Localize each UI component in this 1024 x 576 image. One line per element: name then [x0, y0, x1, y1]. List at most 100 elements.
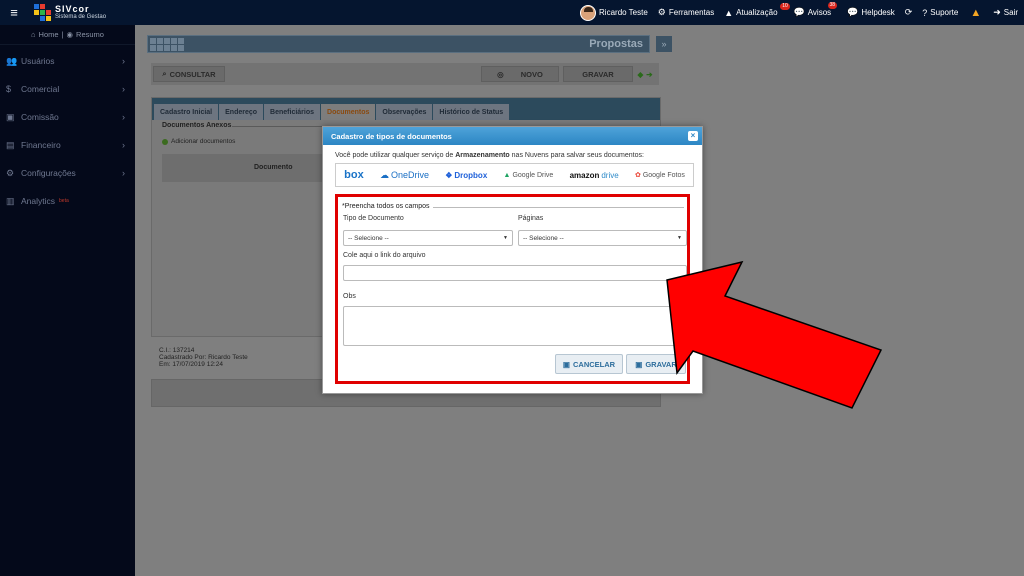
user-menu[interactable]: Ricardo Teste — [580, 4, 648, 21]
sidebar-item-label: Usuários — [21, 56, 55, 66]
arrow-right-icon: ➔ — [646, 69, 653, 79]
amazon-drive-logo[interactable]: amazon drive — [570, 171, 619, 180]
table-header-documento: Documento — [254, 164, 293, 171]
consultar-button[interactable]: ⌕ CONSULTAR — [153, 66, 225, 82]
google-fotos-logo[interactable]: ✿ Google Fotos — [634, 171, 685, 180]
chevron-right-icon: › — [122, 168, 125, 178]
suporte-menu[interactable]: ? Suporte — [922, 8, 958, 18]
tipo-documento-select[interactable]: -- Selecione -- ▼ — [343, 230, 513, 246]
logo-mark — [34, 4, 51, 21]
helpdesk-menu[interactable]: 💬 Helpdesk — [847, 7, 895, 18]
ferramentas-label: Ferramentas — [668, 8, 715, 17]
sidebar-item-label: Comissão — [21, 112, 59, 122]
sidebar-item-label: Configurações — [21, 168, 76, 178]
consultar-label: CONSULTAR — [169, 69, 216, 79]
chevron-right-icon: › — [122, 112, 125, 122]
sidebar-item-financeiro[interactable]: ▤ Financeiro › — [0, 131, 135, 159]
sidebar-item-configuracoes[interactable]: ⚙ Configurações › — [0, 159, 135, 187]
add-document-link[interactable]: Adicionar documentos — [162, 138, 235, 145]
new-icon: ◎ — [497, 69, 504, 79]
chat-icon: 💬 — [847, 7, 859, 17]
page-title: Propostas — [589, 38, 643, 50]
gravar-button[interactable]: GRAVAR — [563, 66, 633, 82]
avisos-menu[interactable]: 💬 Avisos 38 — [793, 2, 838, 18]
google-photos-icon: ✿ — [634, 172, 641, 179]
refresh-button[interactable]: ⟳ — [905, 7, 913, 18]
google-drive-icon: ▲ — [503, 171, 511, 179]
paginas-select[interactable]: -- Selecione -- ▼ — [518, 230, 687, 246]
tab-beneficiarios[interactable]: Beneficiários — [264, 104, 321, 120]
atualizacao-menu[interactable]: ▲ Atualização 10 — [724, 2, 790, 18]
comments-icon: 💬 — [793, 7, 805, 17]
modal-title: Cadastro de tipos de documentos — [331, 131, 452, 141]
gears-icon: ⚙ — [6, 167, 15, 178]
money-icon: ▣ — [6, 111, 15, 122]
tab-documentos[interactable]: Documentos — [321, 104, 376, 120]
box-logo[interactable]: box — [344, 169, 364, 181]
close-icon[interactable]: × — [688, 131, 698, 141]
paginas-select-value: -- Selecione -- — [523, 234, 564, 242]
novo-label: NOVO — [520, 69, 543, 79]
tab-historico-status[interactable]: Histórico de Status — [433, 104, 510, 120]
caret-down-icon: ▼ — [677, 235, 682, 241]
documents-legend: Documentos Anexos — [162, 122, 232, 129]
sidebar-home-row: ⌂ Home | ◉ Resumo — [0, 25, 135, 45]
user-name: Ricardo Teste — [599, 8, 648, 17]
question-icon: ? — [922, 7, 928, 18]
tab-endereco[interactable]: Endereço — [219, 104, 264, 120]
dollar-icon: $ — [6, 84, 12, 94]
obs-textarea[interactable] — [343, 306, 687, 346]
top-nav-menu: Ricardo Teste ⚙ Ferramentas ▲ Atualizaçã… — [570, 0, 1018, 25]
google-drive-logo[interactable]: ▲ Google Drive — [504, 172, 554, 179]
collapse-button[interactable]: » — [656, 36, 672, 52]
menu-toggle-icon[interactable]: ≡ — [0, 5, 28, 20]
sidebar: ⌂ Home | ◉ Resumo 👥 Usuários › $ Comerci… — [0, 25, 135, 576]
dashboard-icon: ◉ — [66, 30, 74, 39]
tab-observacoes[interactable]: Observações — [376, 104, 433, 120]
link-input[interactable] — [343, 265, 687, 281]
page-header: Propostas — [147, 35, 650, 53]
refresh-icon: ⟳ — [904, 7, 913, 17]
onedrive-logo[interactable]: ☁ OneDrive — [380, 170, 429, 181]
arrow-left-icon: ◆ — [637, 69, 644, 79]
gravar-label: GRAVAR — [582, 69, 614, 79]
save-icon: ▣ — [635, 359, 643, 369]
warning-icon: ▲ — [724, 7, 734, 18]
avatar — [580, 4, 597, 21]
fieldset-legend: *Preencha todos os campos — [342, 203, 433, 210]
search-icon: ⌕ — [162, 69, 167, 78]
cancel-button[interactable]: ▣ CANCELAR — [555, 354, 623, 374]
resumo-link[interactable]: Resumo — [76, 30, 104, 39]
sidebar-item-comissao[interactable]: ▣ Comissão › — [0, 103, 135, 131]
link-label: Cole aqui o link do arquivo — [343, 252, 426, 259]
chevron-right-icon: › — [122, 84, 125, 94]
logout-button[interactable]: ➜ Sair — [993, 7, 1018, 18]
alert-button[interactable]: ▲ — [970, 7, 981, 19]
sidebar-item-analytics[interactable]: ▥ Analytics beta — [0, 187, 135, 215]
toolbar: ⌕ CONSULTAR ◎ NOVO GRAVAR ◆ ➔ — [151, 63, 659, 85]
dropbox-icon: ❖ — [445, 170, 453, 180]
sidebar-item-comercial[interactable]: $ Comercial › — [0, 75, 135, 103]
modal-intro-text: Você pode utilizar qualquer serviço de A… — [335, 152, 644, 159]
app-logo[interactable]: SIVcor Sistema de Gestao — [34, 4, 106, 21]
atualizacao-badge: 10 — [780, 2, 790, 10]
sidebar-item-usuarios[interactable]: 👥 Usuários › — [0, 47, 135, 75]
tab-cadastro-inicial[interactable]: Cadastro Inicial — [154, 104, 219, 120]
modal-header: Cadastro de tipos de documentos × — [323, 127, 702, 145]
suporte-label: Suporte — [930, 8, 959, 17]
novo-button[interactable]: ◎ NOVO — [481, 66, 559, 82]
chevron-right-icon: › — [122, 140, 125, 150]
home-link[interactable]: Home — [39, 30, 59, 39]
caret-down-icon: ▼ — [503, 235, 508, 241]
header-pattern — [150, 38, 184, 51]
dropbox-logo[interactable]: ❖ Dropbox — [445, 171, 487, 180]
briefcase-icon: ▤ — [6, 139, 15, 150]
gears-icon: ⚙ — [657, 7, 666, 17]
top-navbar: ≡ SIVcor Sistema de Gestao Ricardo Teste… — [0, 0, 1024, 25]
sair-label: Sair — [1003, 8, 1018, 17]
ferramentas-menu[interactable]: ⚙ Ferramentas — [658, 7, 714, 18]
nav-arrows[interactable]: ◆ ➔ — [633, 66, 657, 82]
obs-label: Obs — [343, 293, 356, 300]
tab-bar: Cadastro Inicial Endereço Beneficiários … — [152, 98, 660, 120]
save-button[interactable]: ▣ GRAVAR — [626, 354, 686, 374]
